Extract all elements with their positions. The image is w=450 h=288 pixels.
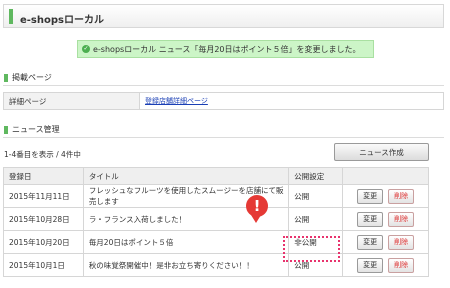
detail-page-label: 詳細ページ [3, 92, 140, 110]
published-section-title: 掲載ページ [12, 73, 52, 82]
section-marker-icon [4, 125, 8, 134]
row-title: 秋の味覚祭開催中！是非お立ち寄りください！！ [82, 253, 290, 277]
news-table: 登録日 タイトル 公開設定 2015年11月11日 フレッシュなフルーツを使用し… [3, 167, 429, 277]
column-header-status: 公開設定 [288, 167, 344, 185]
table-row: 2015年10月20日 毎月20日はポイント５倍 非公開 変更 削除 [3, 230, 429, 254]
title-accent [9, 9, 13, 24]
edit-button[interactable]: 変更 [357, 211, 384, 227]
news-section-heading: ニュース管理 [4, 124, 60, 135]
exclamation-callout-icon: ! [246, 195, 268, 223]
check-icon: ✓ [82, 45, 90, 53]
table-row: 2015年11月11日 フレッシュなフルーツを使用したスムージーを店舗にて販売し… [3, 184, 429, 208]
edit-button[interactable]: 変更 [357, 188, 384, 204]
divider [3, 85, 444, 86]
edit-button[interactable]: 変更 [357, 257, 384, 273]
table-row: 2015年10月1日 秋の味覚祭開催中！是非お立ち寄りください！！ 公開 変更 … [3, 253, 429, 277]
row-title: 毎月20日はポイント５倍 [82, 230, 290, 254]
divider [3, 137, 444, 138]
published-table: 詳細ページ 登録店舗詳細ページ [3, 92, 444, 110]
edit-button[interactable]: 変更 [357, 234, 384, 250]
delete-button[interactable]: 削除 [388, 211, 415, 227]
delete-button[interactable]: 削除 [388, 257, 415, 273]
result-count: 1-4番目を表示 / 4件中 [4, 150, 81, 159]
section-marker-icon [4, 73, 8, 82]
column-header-date: 登録日 [3, 167, 84, 185]
page-title-bar: e-shopsローカル [3, 4, 444, 28]
row-date: 2015年10月28日 [3, 207, 84, 231]
news-section-title: ニュース管理 [12, 125, 60, 134]
row-date: 2015年11月11日 [3, 184, 84, 208]
page-title: e-shopsローカル [20, 15, 104, 26]
delete-button[interactable]: 削除 [388, 188, 415, 204]
row-date: 2015年10月1日 [3, 253, 84, 277]
success-notice: ✓ e-shopsローカル ニュース「毎月20日はポイント５倍」を変更しました。 [77, 40, 374, 58]
highlight-box [283, 236, 340, 262]
delete-button[interactable]: 削除 [388, 234, 415, 250]
row-status: 公開 [288, 207, 344, 231]
table-row: 2015年10月28日 ラ・フランス入荷しました！ 公開 変更 削除 [3, 207, 429, 231]
create-news-button[interactable]: ニュース作成 [334, 143, 429, 161]
column-header-title: タイトル [82, 167, 290, 185]
row-status: 公開 [288, 184, 344, 208]
column-header-actions [342, 167, 429, 185]
notice-text: e-shopsローカル ニュース「毎月20日はポイント５倍」を変更しました。 [93, 44, 361, 54]
detail-page-link[interactable]: 登録店舗詳細ページ [145, 97, 208, 105]
published-section-heading: 掲載ページ [4, 72, 52, 83]
row-date: 2015年10月20日 [3, 230, 84, 254]
